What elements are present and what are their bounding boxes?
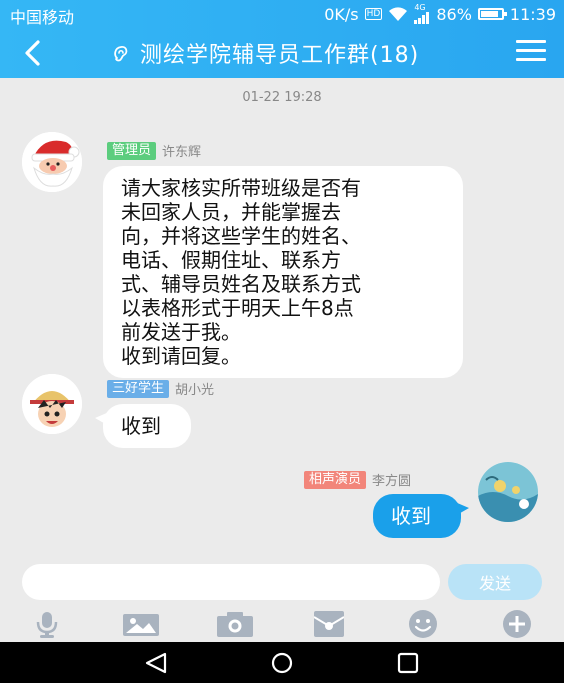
wifi-icon: [388, 6, 408, 22]
sender-name: 李方圆: [372, 474, 412, 489]
role-badge: 三好学生: [107, 379, 170, 398]
santa-avatar[interactable]: [22, 132, 82, 192]
image-icon[interactable]: [123, 610, 159, 638]
carrier-label: 中国移动: [10, 8, 75, 27]
status-right: 0K/s HD 4G 86% 11:39: [324, 4, 556, 24]
net-speed: 0K/s: [324, 4, 359, 24]
sender-info: 相声演员 李方圆: [304, 470, 411, 489]
sender-name: 胡小光: [175, 383, 215, 398]
message-line: 收到: [121, 414, 161, 438]
message-bubble[interactable]: 收到: [95, 404, 191, 448]
clock: 11:39: [509, 4, 556, 24]
message-line: 以表格形式于明天上午8点: [121, 296, 354, 320]
sender-name: 许东辉: [162, 145, 202, 160]
message-line: 向，并将这些学生的姓名、: [121, 224, 361, 248]
system-nav-bar: [0, 642, 564, 683]
battery-fill: [480, 11, 498, 17]
message-line: 收到请回复。: [121, 344, 241, 368]
painting-avatar[interactable]: [478, 462, 538, 522]
network-indicator: 4G: [414, 4, 430, 24]
camera-icon[interactable]: [217, 610, 253, 638]
message-line: 电话、假期住址、联系方: [121, 248, 341, 272]
message-line: 请大家核实所带班级是否有: [121, 176, 361, 200]
red-packet-icon[interactable]: [311, 610, 347, 638]
back-triangle-icon[interactable]: [136, 650, 176, 676]
input-row: 发送: [0, 560, 564, 604]
chevron-left-icon: [25, 40, 40, 66]
ear-icon: [114, 46, 128, 62]
input-toolbar: [0, 604, 564, 642]
title-bar: 测绘学院辅导员工作群(18): [0, 28, 564, 78]
chat-title: 测绘学院辅导员工作群(18): [140, 43, 420, 68]
message-input[interactable]: [22, 564, 440, 600]
send-button[interactable]: 发送: [448, 564, 542, 600]
home-circle-icon[interactable]: [262, 650, 302, 676]
message-line: 未回家人员，并能掌握去: [121, 200, 341, 224]
recents-square-icon[interactable]: [388, 650, 428, 676]
plus-icon[interactable]: [499, 610, 535, 638]
sender-info: 管理员 许东辉: [107, 141, 201, 160]
microphone-icon[interactable]: [29, 610, 65, 638]
emoji-icon[interactable]: [405, 610, 441, 638]
network-type: 4G: [414, 3, 426, 12]
battery-percent: 86%: [436, 4, 472, 24]
title-area: 测绘学院辅导员工作群(18): [110, 37, 419, 69]
status-bar: 中国移动 0K/s HD 4G 86% 11:39: [0, 0, 564, 28]
signal-icon: [414, 12, 430, 24]
menu-button[interactable]: [516, 40, 546, 66]
message-bubble[interactable]: 收到: [373, 494, 469, 538]
message-line: 前发送于我。: [121, 320, 241, 344]
cartoon-boy-avatar[interactable]: [22, 374, 82, 434]
hamburger-menu-icon: [516, 40, 546, 61]
message-line: 式、辅导员姓名及联系方式: [121, 272, 361, 296]
message-bubble[interactable]: 请大家核实所带班级是否有 未回家人员，并能掌握去 向，并将这些学生的姓名、 电话…: [103, 166, 463, 378]
hd-badge: HD: [364, 8, 383, 20]
role-badge: 管理员: [107, 141, 157, 160]
sender-info: 三好学生 胡小光: [107, 379, 214, 398]
message-timestamp: 01-22 19:28: [242, 90, 322, 105]
back-button[interactable]: [14, 36, 54, 70]
role-badge: 相声演员: [304, 470, 367, 489]
battery-icon: [477, 8, 507, 20]
message-line: 收到: [391, 504, 431, 528]
